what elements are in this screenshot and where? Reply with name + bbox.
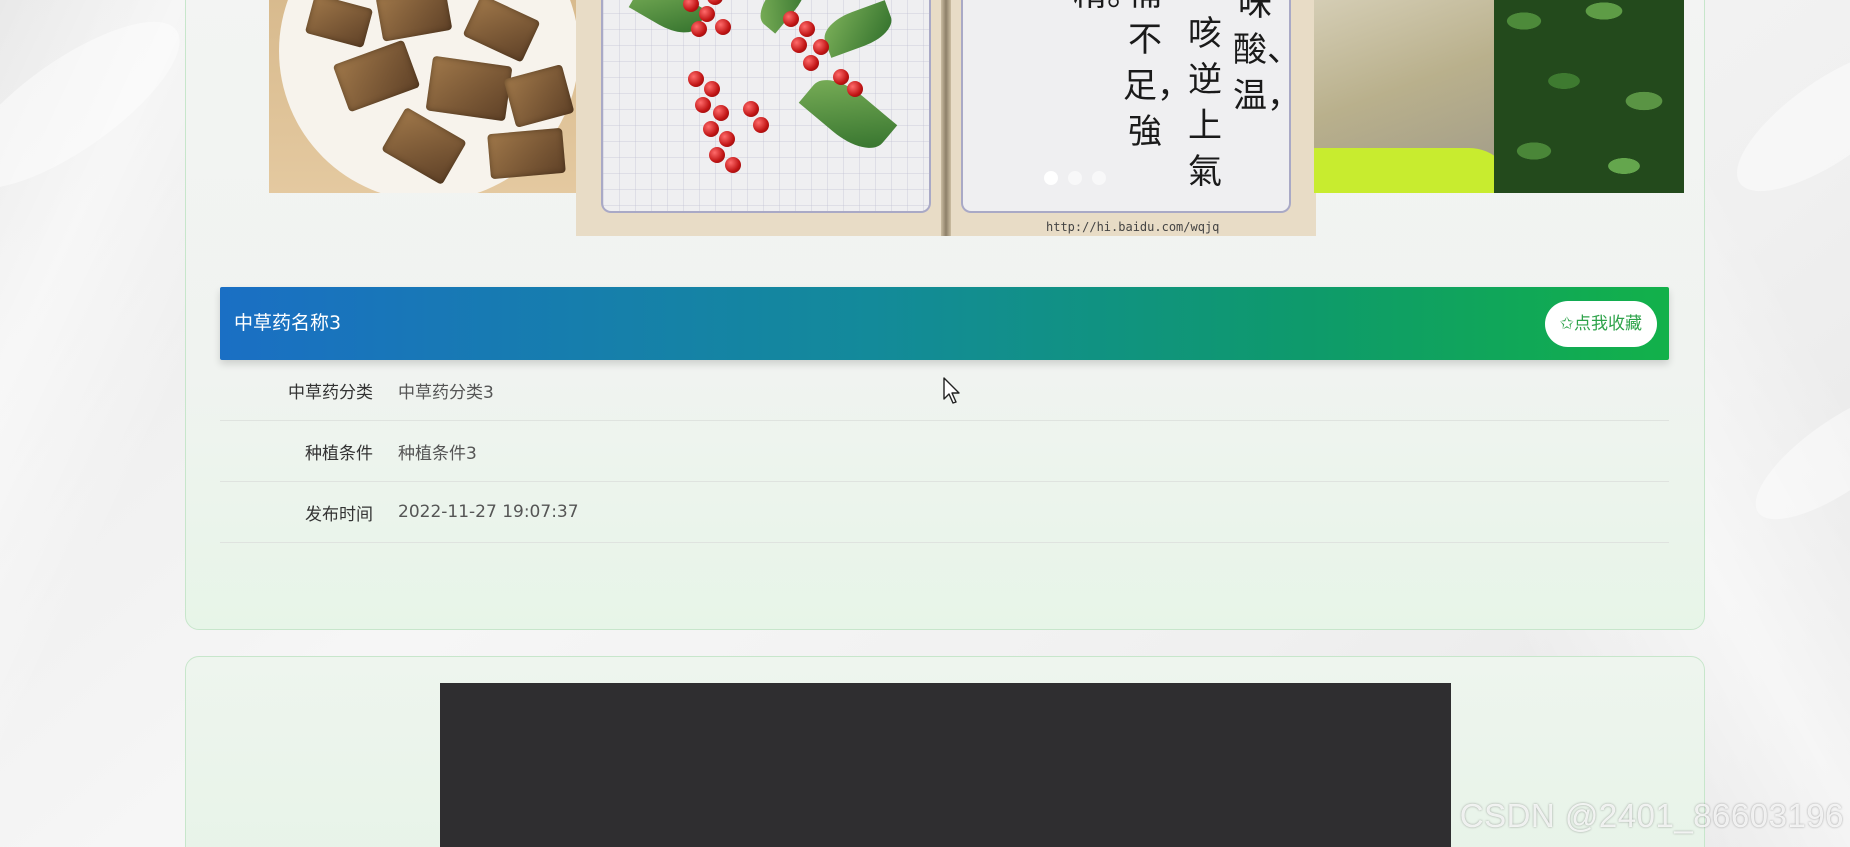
carousel-indicators xyxy=(1044,171,1106,185)
csdn-watermark: CSDN @2401_86603196 xyxy=(1459,797,1844,834)
info-label: 中草药分类 xyxy=(288,382,373,403)
image-carousel[interactable]: 味酸、温， 咳逆上氣 補不足，強 精。 http://hi.baidu.com/… xyxy=(269,0,1684,236)
background-leaf-decoration xyxy=(1716,24,1850,216)
info-label: 发布时间 xyxy=(305,504,373,525)
carousel-slide-herb-slices xyxy=(269,0,579,193)
background-leaf-decoration xyxy=(0,0,203,217)
background-leaf-decoration xyxy=(1738,368,1850,542)
herb-name-title: 中草药名称3 xyxy=(234,312,342,334)
info-value: 2022-11-27 19:07:37 xyxy=(398,502,579,522)
mouse-cursor-icon xyxy=(943,377,960,404)
carousel-dot[interactable] xyxy=(1044,171,1058,185)
book-poem-line: 味酸、温， xyxy=(1233,0,1301,116)
video-player[interactable] xyxy=(440,683,1451,847)
info-label: 种植条件 xyxy=(305,443,373,464)
book-page-illustration xyxy=(601,0,931,213)
book-poem-line: 精。 xyxy=(1073,0,1141,17)
herb-detail-card: 味酸、温， 咳逆上氣 補不足，強 精。 http://hi.baidu.com/… xyxy=(185,0,1705,630)
info-row-planting-conditions: 种植条件 种植条件3 xyxy=(220,421,1669,482)
carousel-dot[interactable] xyxy=(1092,171,1106,185)
info-value: 中草药分类3 xyxy=(398,382,494,403)
info-row-publish-time: 发布时间 2022-11-27 19:07:37 xyxy=(220,482,1669,543)
info-value: 种植条件3 xyxy=(398,443,477,464)
book-page-text: 味酸、温， 咳逆上氣 補不足，強 精。 xyxy=(961,0,1301,213)
favorite-button[interactable]: ✩点我收藏 xyxy=(1544,301,1657,347)
book-poem-line: 補不足，強 xyxy=(1123,0,1191,152)
carousel-slide-herb-roots-leaves xyxy=(1314,0,1684,193)
herb-title-bar: 中草药名称3 ✩点我收藏 xyxy=(220,287,1669,360)
carousel-slide-schisandra-book: 味酸、温， 咳逆上氣 補不足，強 精。 http://hi.baidu.com/… xyxy=(576,0,1316,236)
book-url-caption: http://hi.baidu.com/wqjq xyxy=(1046,220,1220,234)
carousel-dot[interactable] xyxy=(1068,171,1082,185)
